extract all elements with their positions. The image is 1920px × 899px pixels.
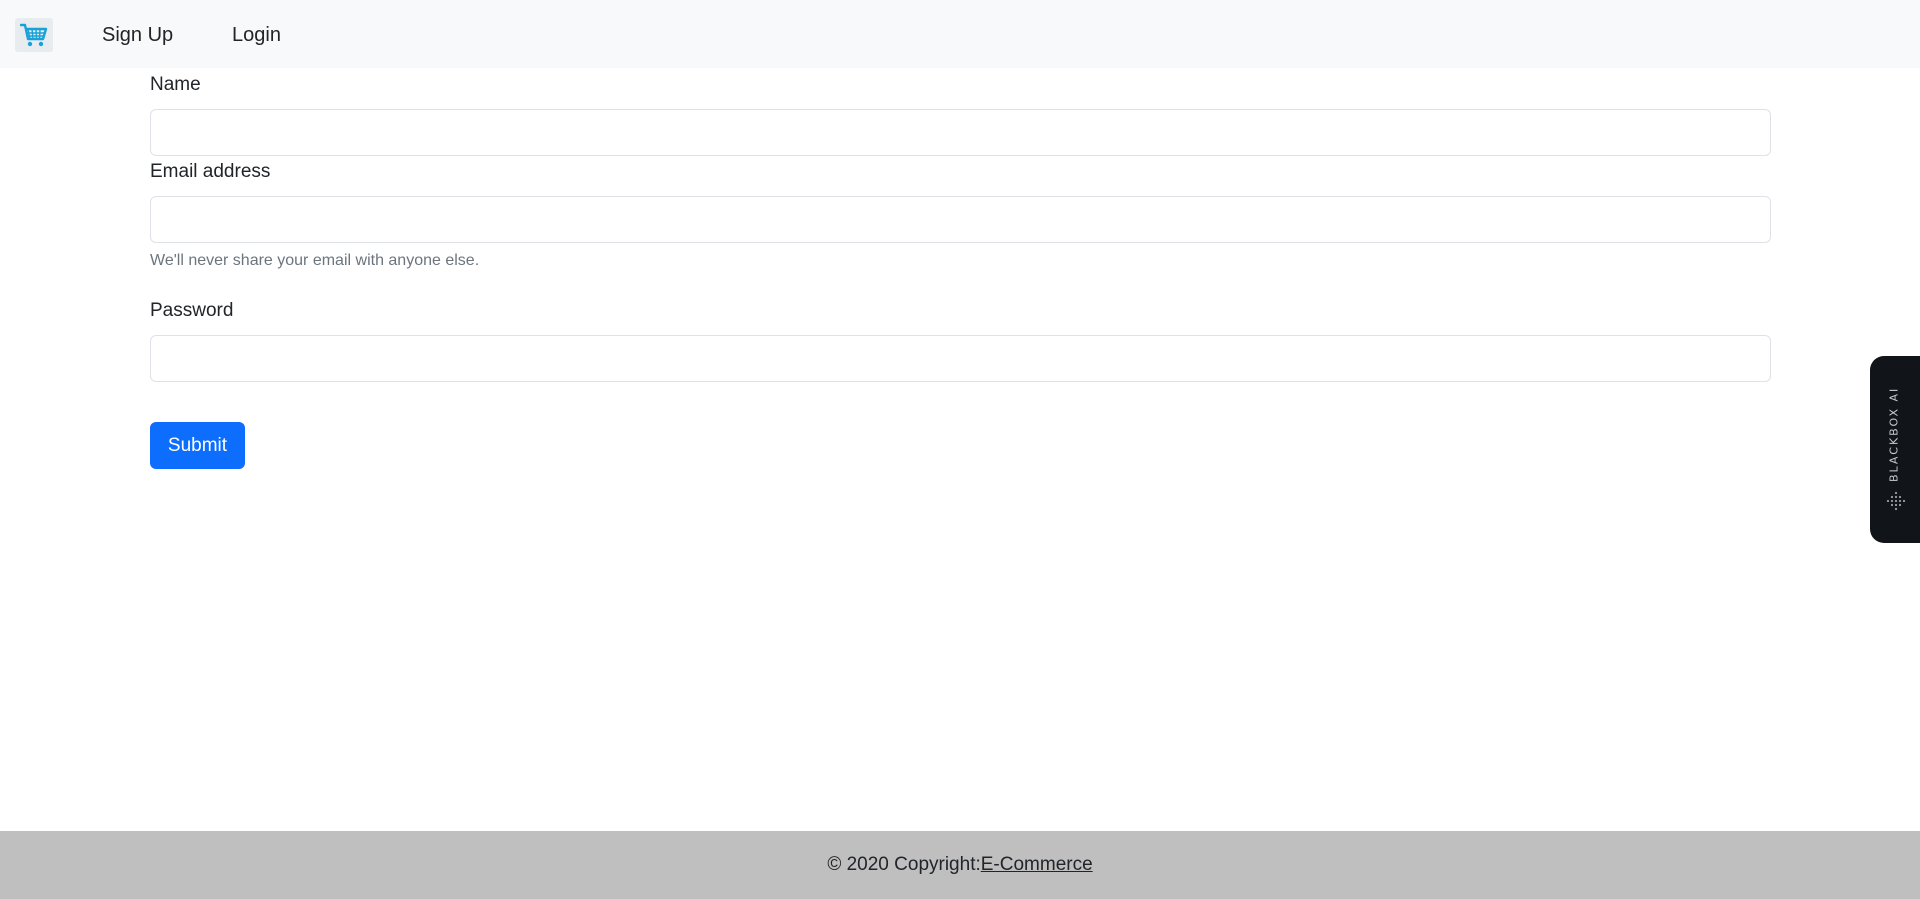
nav-link-sign-up[interactable]: Sign Up (102, 22, 173, 48)
password-input[interactable] (150, 335, 1771, 382)
name-input[interactable] (150, 109, 1771, 156)
blackbox-ai-label: BLACKBOX AI (1887, 386, 1901, 482)
footer-link-e-commerce[interactable]: E-Commerce (981, 854, 1093, 876)
name-label: Name (150, 74, 201, 95)
submit-button[interactable]: Submit (150, 422, 245, 469)
navbar: Sign Up Login (0, 0, 1920, 68)
email-input[interactable] (150, 196, 1771, 243)
shopping-cart-icon (20, 23, 48, 47)
nav-link-login[interactable]: Login (232, 22, 281, 48)
brand-logo[interactable] (15, 18, 53, 52)
password-label: Password (150, 300, 234, 321)
email-label: Email address (150, 161, 271, 182)
footer: © 2020 Copyright: E-Commerce (0, 831, 1920, 899)
copyright-text: © 2020 Copyright: (827, 854, 981, 875)
blackbox-ai-widget[interactable]: BLACKBOX AI (1870, 356, 1920, 543)
dot-grid-icon (1886, 491, 1906, 511)
email-help-text: We'll never share your email with anyone… (150, 252, 480, 269)
